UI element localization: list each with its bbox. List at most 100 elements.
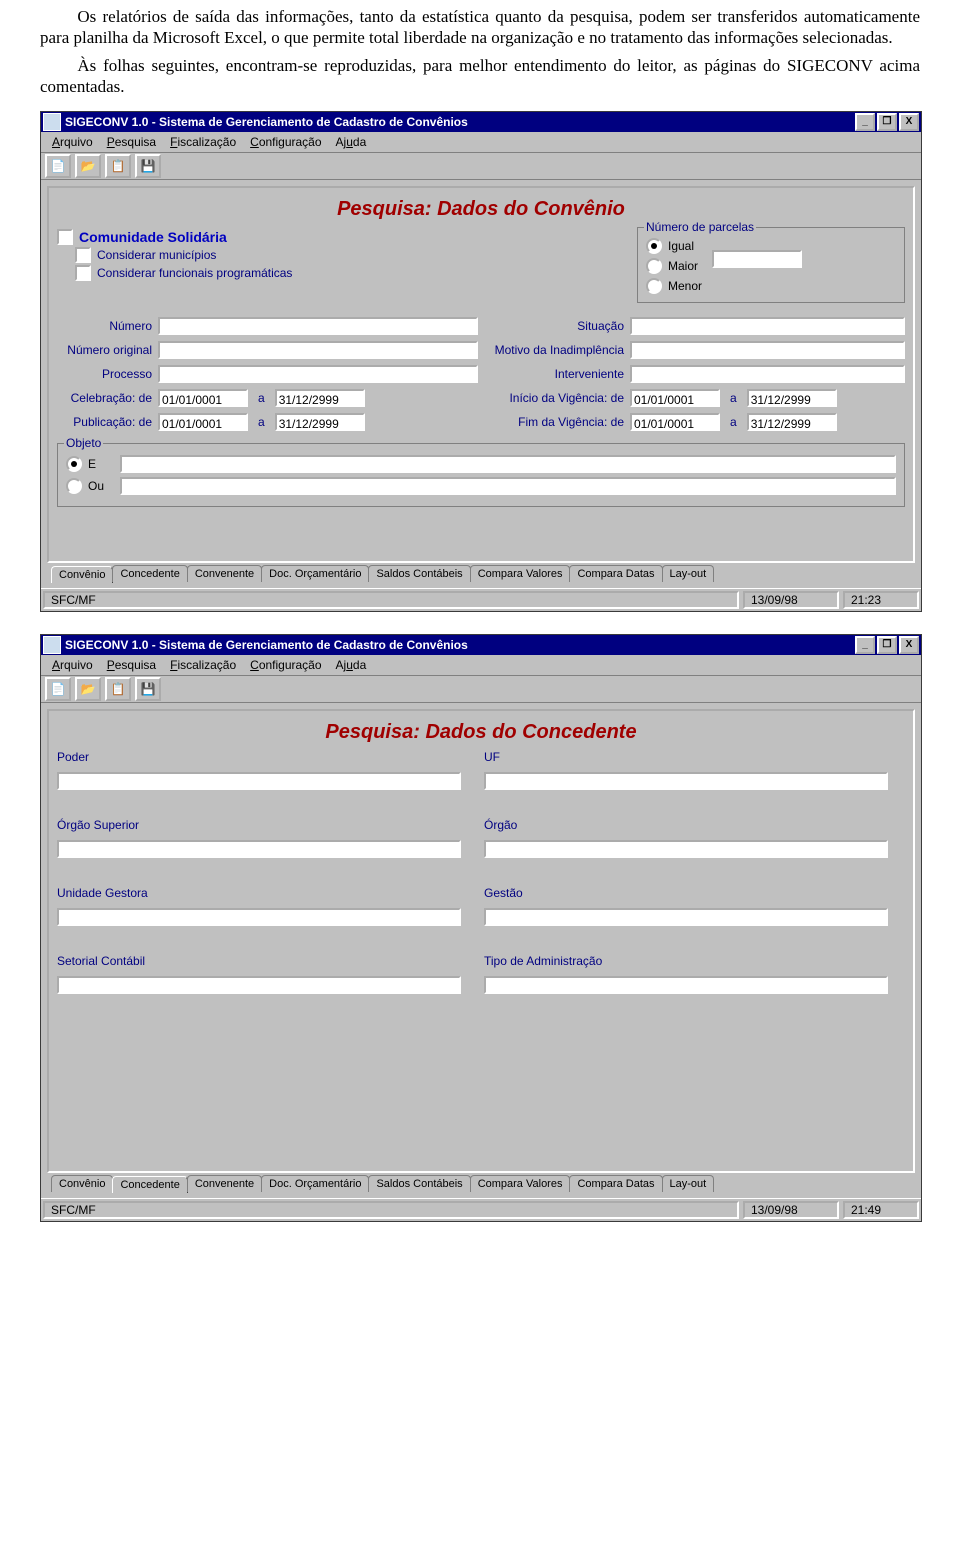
label-orgao-superior: Órgão Superior: [57, 818, 139, 832]
maximize-button[interactable]: ❐: [877, 636, 897, 654]
tab-doc-orcamentario[interactable]: Doc. Orçamentário: [261, 565, 369, 582]
input-numero[interactable]: [158, 317, 478, 335]
app-icon: [43, 113, 61, 131]
tab-saldos-contabeis[interactable]: Saldos Contábeis: [368, 1175, 470, 1192]
input-publicacao-de[interactable]: 01/01/0001: [158, 413, 248, 431]
tab-saldos-contabeis[interactable]: Saldos Contábeis: [368, 565, 470, 582]
label-fim-vigencia: Fim da Vigência: de: [484, 415, 624, 429]
menu-configuracao[interactable]: Configuração: [243, 657, 328, 673]
input-motivo-inadimplencia[interactable]: [630, 341, 905, 359]
input-fimvig-a[interactable]: 31/12/2999: [747, 413, 837, 431]
minimize-button[interactable]: _: [855, 636, 875, 654]
tab-convenio[interactable]: Convênio: [51, 1175, 113, 1192]
radio-parcelas-igual[interactable]: Igual: [646, 238, 702, 254]
toolbar-btn-1[interactable]: 📄: [45, 154, 71, 178]
input-poder[interactable]: [57, 772, 461, 790]
tab-layout[interactable]: Lay-out: [662, 565, 715, 582]
app-icon: [43, 636, 61, 654]
radio-objeto-ou[interactable]: Ou: [66, 478, 112, 494]
group-numero-parcelas: Número de parcelas Igual Maior Menor: [637, 227, 905, 303]
status-date: 13/09/98: [743, 1201, 839, 1219]
label-setorial-contabil: Setorial Contábil: [57, 954, 145, 968]
legend-objeto: Objeto: [64, 436, 103, 450]
label-orgao: Órgão: [484, 818, 517, 832]
menu-pesquisa[interactable]: Pesquisa: [100, 134, 163, 150]
status-date: 13/09/98: [743, 591, 839, 609]
menu-ajuda[interactable]: Ajuda: [329, 134, 374, 150]
menu-arquivo[interactable]: Arquivo: [45, 134, 100, 150]
label-numero: Número: [57, 319, 152, 333]
tab-concedente[interactable]: Concedente: [112, 1176, 187, 1193]
tab-compara-valores[interactable]: Compara Valores: [470, 1175, 571, 1192]
status-bar: SFC/MF 13/09/98 21:49: [41, 1198, 921, 1221]
tab-layout[interactable]: Lay-out: [662, 1175, 715, 1192]
tab-doc-orcamentario[interactable]: Doc. Orçamentário: [261, 1175, 369, 1192]
input-interveniente[interactable]: [630, 365, 905, 383]
tab-concedente[interactable]: Concedente: [112, 565, 187, 582]
tab-compara-valores[interactable]: Compara Valores: [470, 565, 571, 582]
toolbar: 📄 📂 📋 💾: [41, 153, 921, 180]
tab-compara-datas[interactable]: Compara Datas: [569, 1175, 662, 1192]
close-button[interactable]: X: [899, 636, 919, 654]
tab-convenente[interactable]: Convenente: [187, 565, 262, 582]
label-processo: Processo: [57, 367, 152, 381]
input-fimvig-de[interactable]: 01/01/0001: [630, 413, 720, 431]
radio-objeto-e[interactable]: E: [66, 456, 112, 472]
menu-ajuda[interactable]: Ajuda: [329, 657, 374, 673]
input-objeto-1[interactable]: [120, 455, 896, 473]
input-situacao[interactable]: [630, 317, 905, 335]
toolbar-btn-3[interactable]: 📋: [105, 677, 131, 701]
label-gestao: Gestão: [484, 886, 523, 900]
toolbar-btn-3[interactable]: 📋: [105, 154, 131, 178]
tab-convenio[interactable]: Convênio: [51, 566, 113, 583]
toolbar-btn-4[interactable]: 💾: [135, 154, 161, 178]
menu-configuracao[interactable]: Configuração: [243, 134, 328, 150]
input-setorial-contabil[interactable]: [57, 976, 461, 994]
maximize-button[interactable]: ❐: [877, 113, 897, 131]
window-title: SIGECONV 1.0 - Sistema de Gerenciamento …: [65, 638, 853, 652]
input-celebracao-de[interactable]: 01/01/0001: [158, 389, 248, 407]
toolbar-btn-4[interactable]: 💾: [135, 677, 161, 701]
input-orgao-superior[interactable]: [57, 840, 461, 858]
toolbar-btn-2[interactable]: 📂: [75, 154, 101, 178]
toolbar-btn-2[interactable]: 📂: [75, 677, 101, 701]
chk-considerar-municipios[interactable]: Considerar municípios: [75, 247, 637, 263]
window-title: SIGECONV 1.0 - Sistema de Gerenciamento …: [65, 115, 853, 129]
input-parcelas-valor[interactable]: [712, 250, 802, 268]
menu-bar: Arquivo Pesquisa Fiscalização Configuraç…: [41, 132, 921, 153]
chk-comunidade-solidaria[interactable]: Comunidade Solidária: [57, 229, 637, 245]
input-numero-original[interactable]: [158, 341, 478, 359]
menu-fiscalizacao[interactable]: Fiscalização: [163, 134, 243, 150]
input-objeto-2[interactable]: [120, 477, 896, 495]
input-publicacao-a[interactable]: 31/12/2999: [275, 413, 365, 431]
close-button[interactable]: X: [899, 113, 919, 131]
label-interveniente: Interveniente: [484, 367, 624, 381]
doc-paragraph-2: Às folhas seguintes, encontram-se reprod…: [40, 55, 920, 98]
input-iniciovig-a[interactable]: 31/12/2999: [747, 389, 837, 407]
sigeconv-window-concedente: SIGECONV 1.0 - Sistema de Gerenciamento …: [40, 634, 922, 1222]
page-title: Pesquisa: Dados do Convênio: [57, 198, 905, 221]
menu-fiscalizacao[interactable]: Fiscalização: [163, 657, 243, 673]
minimize-button[interactable]: _: [855, 113, 875, 131]
input-iniciovig-de[interactable]: 01/01/0001: [630, 389, 720, 407]
input-uf[interactable]: [484, 772, 888, 790]
tab-convenente[interactable]: Convenente: [187, 1175, 262, 1192]
label-tipo-administracao: Tipo de Administração: [484, 954, 602, 968]
label-uf: UF: [484, 750, 500, 764]
menu-arquivo[interactable]: Arquivo: [45, 657, 100, 673]
label-unidade-gestora: Unidade Gestora: [57, 886, 148, 900]
tab-compara-datas[interactable]: Compara Datas: [569, 565, 662, 582]
input-celebracao-a[interactable]: 31/12/2999: [275, 389, 365, 407]
tab-strip: Convênio Concedente Convenente Doc. Orça…: [47, 563, 915, 582]
radio-parcelas-menor[interactable]: Menor: [646, 278, 702, 294]
radio-parcelas-maior[interactable]: Maior: [646, 258, 702, 274]
status-org: SFC/MF: [43, 1201, 739, 1219]
menu-pesquisa[interactable]: Pesquisa: [100, 657, 163, 673]
chk-considerar-funcionais[interactable]: Considerar funcionais programáticas: [75, 265, 637, 281]
toolbar-btn-1[interactable]: 📄: [45, 677, 71, 701]
input-processo[interactable]: [158, 365, 478, 383]
input-unidade-gestora[interactable]: [57, 908, 461, 926]
input-gestao[interactable]: [484, 908, 888, 926]
input-tipo-administracao[interactable]: [484, 976, 888, 994]
input-orgao[interactable]: [484, 840, 888, 858]
